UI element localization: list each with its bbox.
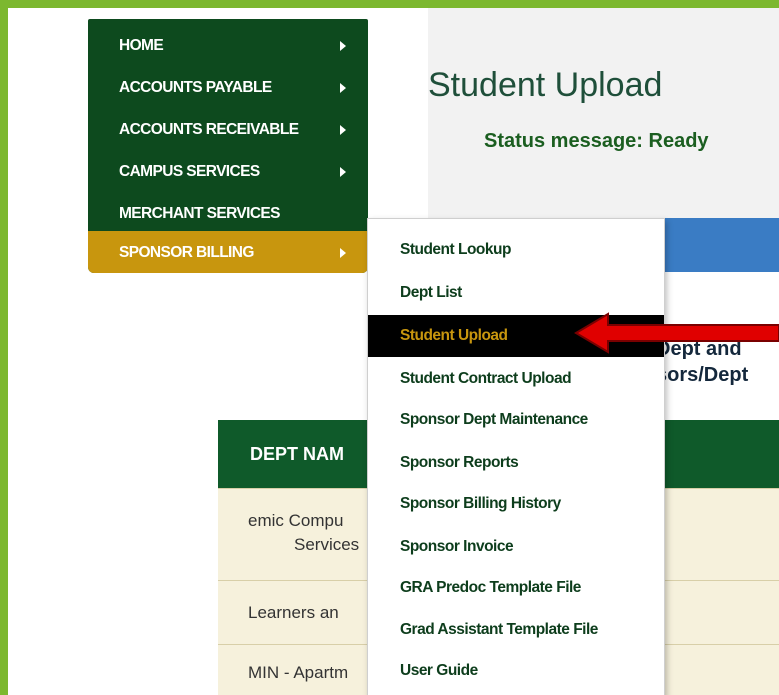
submenu-item-label: Dept List bbox=[400, 284, 462, 301]
submenu-item-label: User Guide bbox=[400, 662, 478, 679]
submenu-item-label: Student Upload bbox=[400, 327, 508, 344]
submenu-item-gra-predoc-template-file[interactable]: GRA Predoc Template File bbox=[368, 567, 664, 609]
menu-item-label: ACCOUNTS RECEIVABLE bbox=[119, 121, 299, 138]
section-heading-line2: sors/Dept bbox=[656, 364, 749, 386]
submenu-item-sponsor-dept-maintenance[interactable]: Sponsor Dept Maintenance bbox=[368, 399, 664, 441]
chevron-right-icon bbox=[340, 125, 346, 135]
menu-item-merchant-services[interactable]: MERCHANT SERVICES bbox=[88, 195, 368, 235]
table-cell: Services bbox=[294, 535, 360, 554]
submenu-item-label: GRA Predoc Template File bbox=[400, 579, 581, 596]
main-menu: HOME ACCOUNTS PAYABLE ACCOUNTS RECEIVABL… bbox=[88, 19, 368, 273]
submenu-item-label: Student Lookup bbox=[400, 241, 511, 258]
menu-item-home[interactable]: HOME bbox=[88, 27, 368, 67]
column-header-dept-name: DEPT NAM bbox=[250, 444, 344, 464]
submenu-item-sponsor-invoice[interactable]: Sponsor Invoice bbox=[368, 526, 664, 568]
sponsor-billing-submenu: Student Lookup Dept List Student Upload … bbox=[367, 218, 665, 695]
chevron-right-icon bbox=[340, 248, 346, 258]
menu-item-sponsor-billing[interactable]: SPONSOR BILLING bbox=[88, 231, 368, 273]
submenu-item-grad-assistant-template-file[interactable]: Grad Assistant Template File bbox=[368, 609, 664, 651]
table-cell: Learners an bbox=[248, 603, 339, 622]
submenu-item-label: Sponsor Reports bbox=[400, 454, 519, 471]
submenu-item-student-lookup[interactable]: Student Lookup bbox=[368, 229, 664, 271]
submenu-item-label: Sponsor Invoice bbox=[400, 538, 514, 555]
submenu-item-label: Sponsor Billing History bbox=[400, 495, 561, 512]
table-cell: emic Compu bbox=[248, 511, 344, 530]
menu-item-label: HOME bbox=[119, 37, 164, 54]
menu-item-label: CAMPUS SERVICES bbox=[119, 163, 260, 180]
submenu-item-sponsor-billing-history[interactable]: Sponsor Billing History bbox=[368, 483, 664, 525]
submenu-item-label: Student Contract Upload bbox=[400, 370, 572, 387]
submenu-item-label: Grad Assistant Template File bbox=[400, 621, 598, 638]
page-frame: Student Upload Status message: Ready Dep… bbox=[8, 8, 779, 695]
submenu-item-student-contract-upload[interactable]: Student Contract Upload bbox=[368, 358, 664, 400]
menu-item-campus-services[interactable]: CAMPUS SERVICES bbox=[88, 153, 368, 193]
submenu-item-label: Sponsor Dept Maintenance bbox=[400, 411, 588, 428]
status-message: Status message: Ready bbox=[484, 130, 709, 152]
table-cell: MIN - Apartm bbox=[248, 663, 349, 682]
submenu-item-sponsor-reports[interactable]: Sponsor Reports bbox=[368, 442, 664, 484]
red-pointer-arrow-icon bbox=[574, 312, 779, 354]
menu-item-label: MERCHANT SERVICES bbox=[119, 205, 281, 222]
submenu-item-user-guide[interactable]: User Guide bbox=[368, 650, 664, 692]
submenu-item-dept-list[interactable]: Dept List bbox=[368, 272, 664, 314]
chevron-right-icon bbox=[340, 83, 346, 93]
menu-item-label: ACCOUNTS PAYABLE bbox=[119, 79, 272, 96]
page-title: Student Upload bbox=[428, 66, 663, 104]
menu-item-accounts-payable[interactable]: ACCOUNTS PAYABLE bbox=[88, 69, 368, 109]
menu-item-label: SPONSOR BILLING bbox=[119, 244, 254, 261]
menu-item-accounts-receivable[interactable]: ACCOUNTS RECEIVABLE bbox=[88, 111, 368, 151]
chevron-right-icon bbox=[340, 167, 346, 177]
chevron-right-icon bbox=[340, 41, 346, 51]
